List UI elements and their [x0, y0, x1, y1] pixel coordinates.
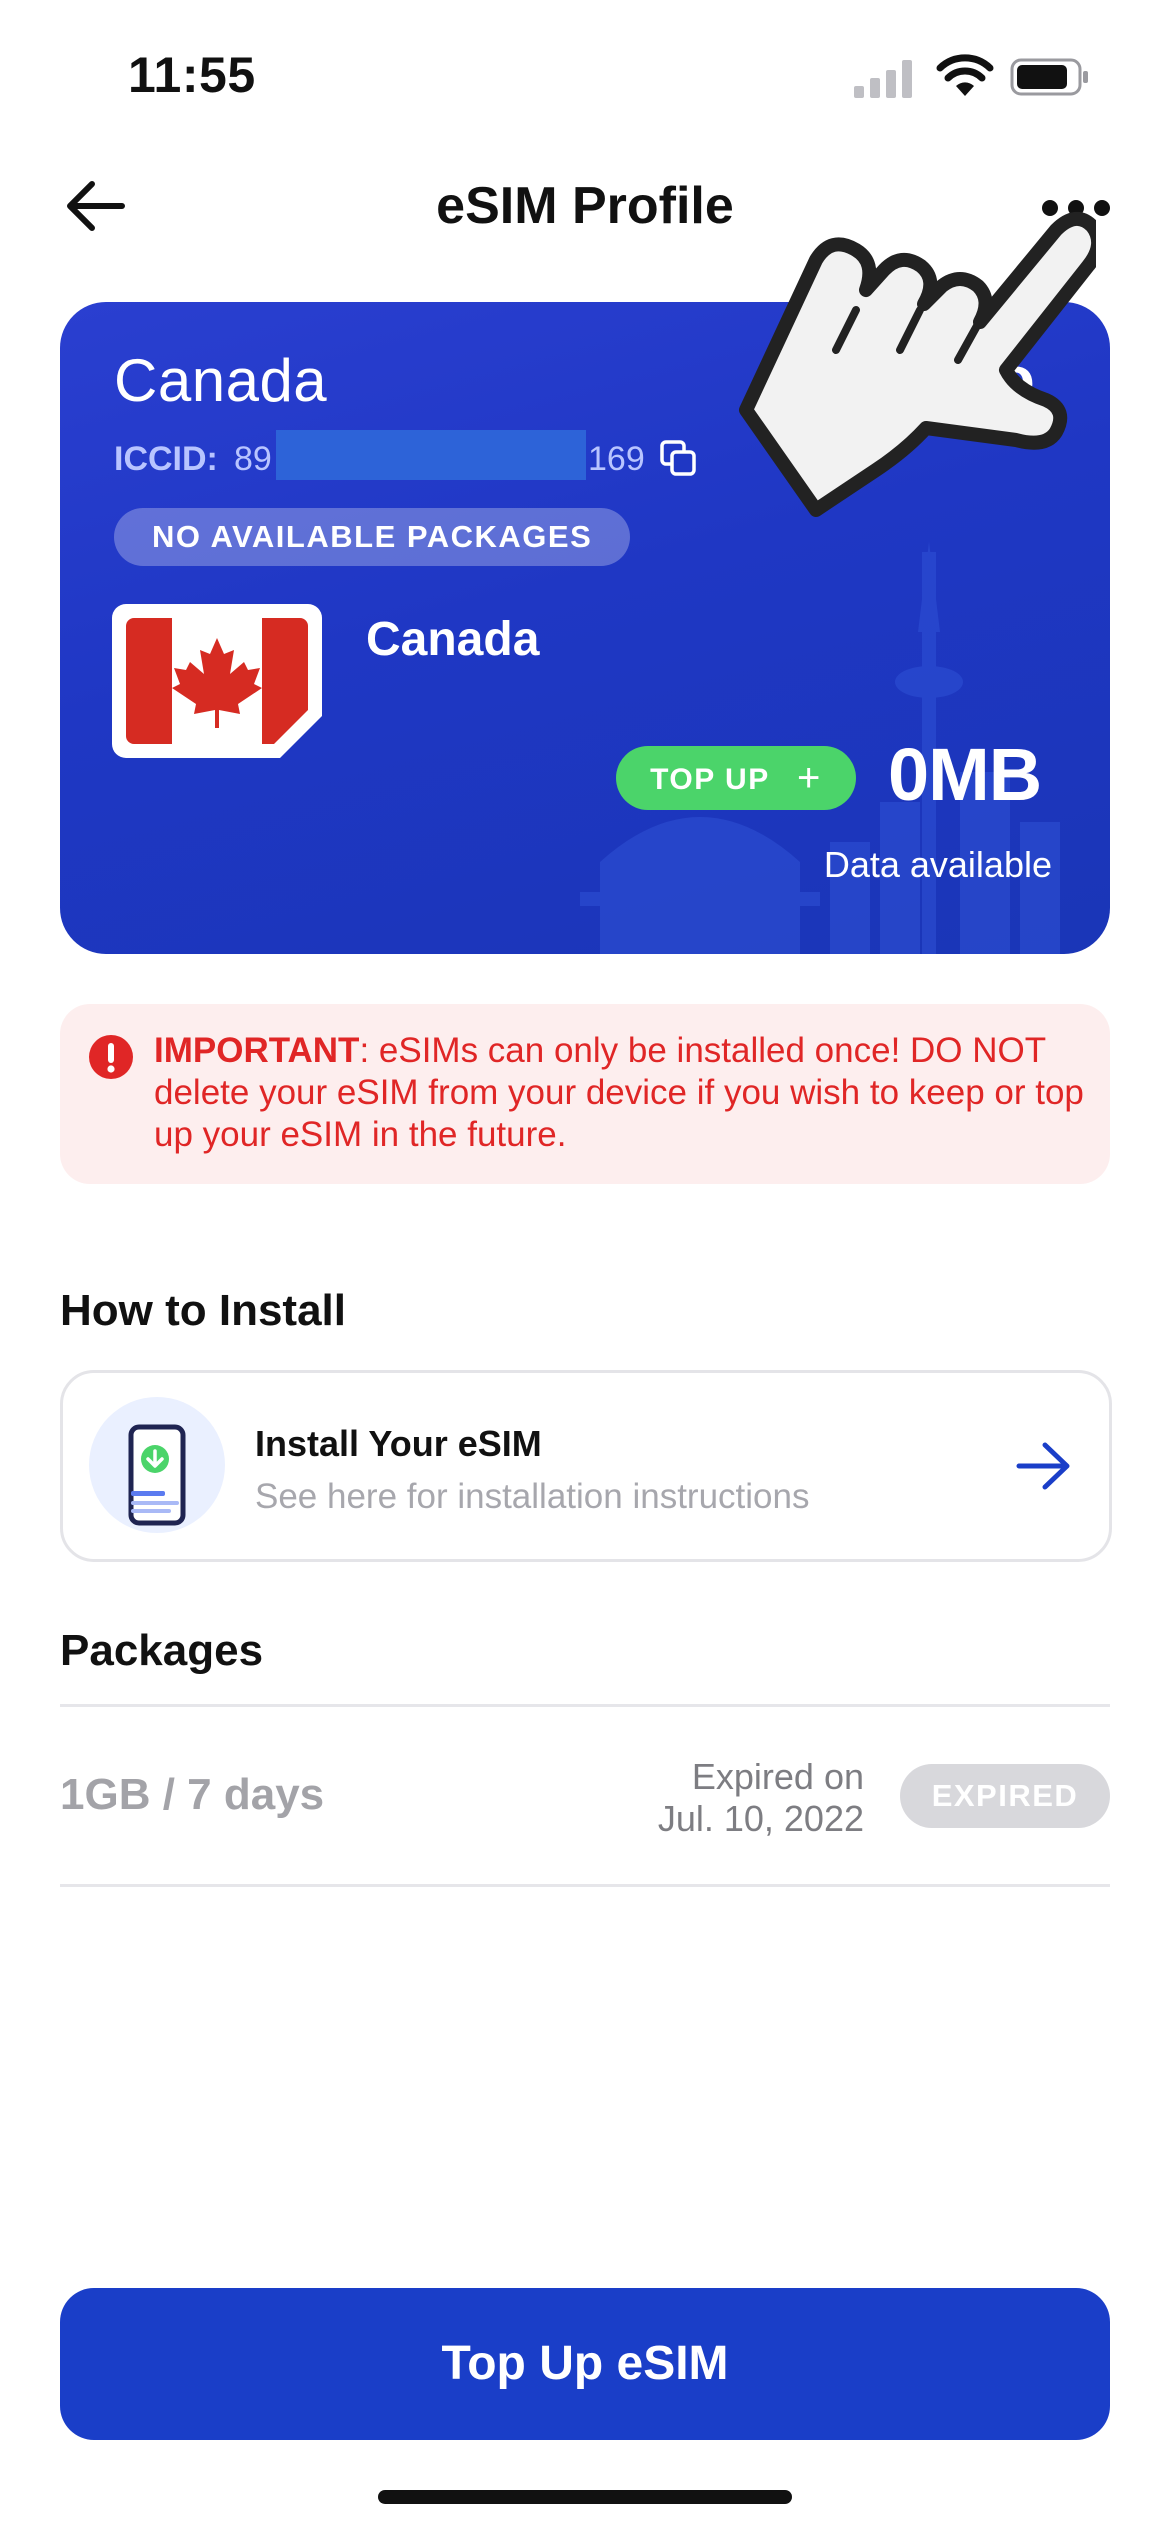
- install-esim-card[interactable]: Install Your eSIM See here for installat…: [60, 1370, 1112, 1562]
- wifi-icon: [936, 54, 994, 96]
- top-up-pill-button[interactable]: TOP UP +: [616, 746, 856, 810]
- warning-bold: IMPORTANT: [154, 1031, 360, 1070]
- important-warning: IMPORTANT: eSIMs can only be installed o…: [60, 1004, 1110, 1184]
- copy-icon[interactable]: [658, 438, 698, 478]
- plan-name: Canada: [366, 613, 540, 666]
- package-name: 1GB / 7 days: [60, 1770, 325, 1819]
- status-time: 11:55: [128, 47, 256, 103]
- section-heading-packages: Packages: [60, 1626, 264, 1675]
- section-heading-install: How to Install: [60, 1286, 346, 1335]
- install-title: Install Your eSIM: [255, 1423, 542, 1464]
- alert-icon: [89, 1035, 133, 1079]
- arrow-right-icon: [1016, 1442, 1070, 1490]
- package-expired-date: Jul. 10, 2022: [657, 1798, 864, 1839]
- divider: [60, 1704, 1110, 1707]
- iccid-label: ICCID:: [114, 440, 218, 478]
- install-subtitle: See here for installation instructions: [255, 1477, 810, 1516]
- phone-download-icon: [89, 1397, 225, 1533]
- iccid-start: 89: [234, 440, 272, 478]
- warning-text: IMPORTANT: eSIMs can only be installed o…: [154, 1030, 1084, 1156]
- pointing-hand-icon: [739, 212, 1096, 517]
- card-country: Canada: [114, 347, 328, 414]
- canada-flag-icon: [112, 604, 322, 758]
- status-badge: NO AVAILABLE PACKAGES: [114, 508, 631, 566]
- battery-icon: [1010, 58, 1088, 96]
- expired-badge: EXPIRED: [900, 1764, 1110, 1828]
- package-expired-label: Expired on: [691, 1756, 864, 1797]
- iccid-end: 169: [588, 440, 645, 478]
- divider: [60, 1884, 1110, 1887]
- plus-icon: +: [797, 756, 822, 800]
- data-available-value: 0MB: [888, 733, 1042, 816]
- cellular-signal-icon: [854, 60, 912, 98]
- home-indicator: [378, 2490, 792, 2504]
- top-up-pill-label: TOP UP: [650, 763, 770, 796]
- data-available-label: Data available: [823, 844, 1052, 885]
- top-up-esim-button[interactable]: Top Up eSIM: [60, 2288, 1110, 2440]
- iccid-redaction: [276, 430, 586, 480]
